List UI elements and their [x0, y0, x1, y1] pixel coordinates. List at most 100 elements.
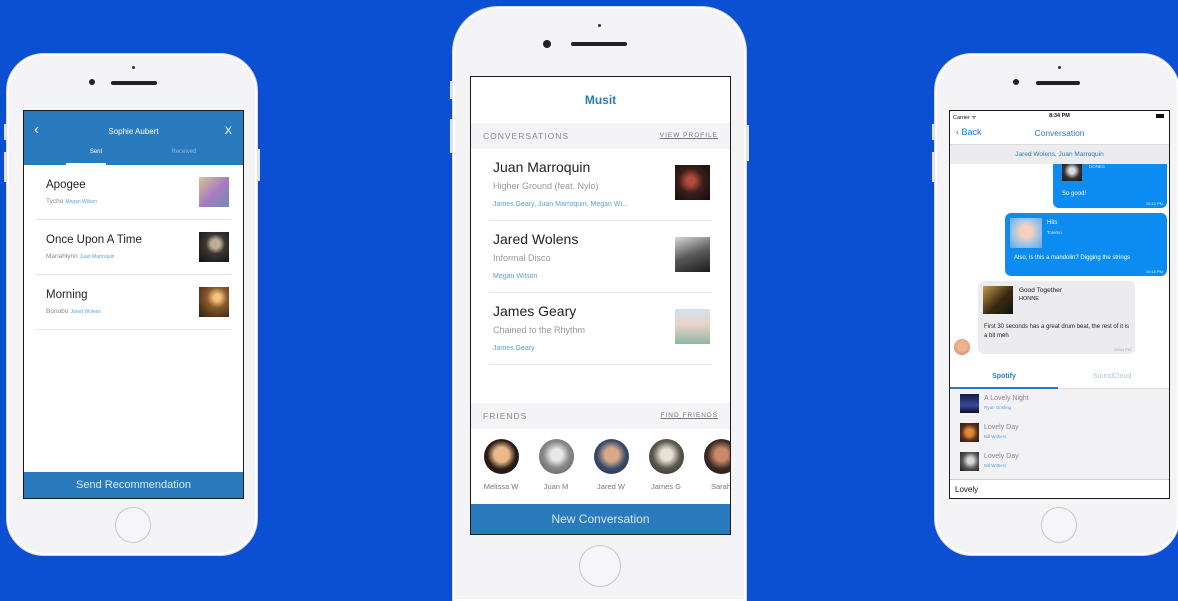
friends-list: Melissa W Juan M Jared W James G Sarah	[471, 429, 730, 503]
clock: 8:34 PM	[1049, 113, 1070, 119]
tab-soundcloud[interactable]: SoundCloud	[1058, 373, 1166, 380]
page-title: Conversation	[1034, 128, 1085, 138]
friend-name: Juan M	[543, 482, 569, 491]
status-bar: Carrier ᯤ 8:34 PM	[950, 111, 1169, 121]
conversation-song: Chained to the Rhythm	[493, 325, 586, 335]
song-title: Once Upon A Time	[46, 234, 142, 246]
artist: Tycho	[46, 198, 64, 205]
send-recommendation-button[interactable]: Send Recommendation	[24, 472, 243, 498]
album-art	[199, 232, 229, 262]
home-button[interactable]	[1041, 507, 1077, 543]
friend-jared[interactable]: Jared W	[586, 439, 636, 491]
camera-icon	[1013, 79, 1019, 85]
view-profile-link[interactable]: VIEW PROFILE	[660, 132, 718, 139]
conversation-song: Higher Ground (feat. Nylo)	[493, 181, 599, 191]
close-icon[interactable]: X	[225, 125, 232, 137]
new-conversation-button[interactable]: New Conversation	[471, 504, 730, 534]
right-phone: Carrier ᯤ 8:34 PM ‹ Back Conversation Ja…	[932, 53, 1178, 556]
album-art	[983, 286, 1013, 314]
middle-phone: Musit CONVERSATIONS VIEW PROFILE Juan Ma…	[450, 6, 749, 601]
list-item[interactable]: Once Upon A Time Mariahlynn Juan Marroqui…	[36, 220, 231, 275]
album-art	[1062, 164, 1082, 181]
friend-james[interactable]: James G	[641, 439, 691, 491]
album-art	[960, 452, 979, 471]
section-label: CONVERSATIONS	[483, 131, 570, 141]
artist: Ryan Gosling	[984, 405, 1012, 410]
song-title: A Lovely Night	[984, 395, 1029, 402]
right-screen: Carrier ᯤ 8:34 PM ‹ Back Conversation Ja…	[949, 110, 1170, 499]
source-tabs: Spotify SoundCloud	[950, 365, 1169, 389]
artist: Bonobo	[46, 308, 69, 315]
avatar	[703, 439, 730, 474]
list-item[interactable]: Apogee Tycho Megan Wilson	[36, 165, 231, 220]
search-input[interactable]: Lovely	[950, 479, 1169, 498]
timestamp: 10:54 PM	[1113, 347, 1131, 352]
song-title: Lovely Day	[984, 424, 1019, 431]
song-title: Apogee	[46, 179, 86, 191]
avatar	[648, 439, 684, 474]
battery-icon	[1156, 114, 1164, 118]
conversation-name: James Geary	[493, 303, 577, 319]
conversation-row[interactable]: James Geary Chained to the Rhythm James …	[489, 293, 712, 365]
friend-name: Melissa W	[483, 482, 519, 491]
album-art	[199, 287, 229, 317]
album-art	[960, 423, 979, 442]
participants-bar: Jared Wolens, Juan Marroquin	[950, 145, 1169, 164]
avatar	[593, 439, 629, 474]
list-item[interactable]: Lovely Day Bill Withers	[950, 418, 1169, 447]
album-art	[199, 177, 229, 207]
list-item[interactable]: Morning Bonobo Jared Wolens	[36, 275, 231, 330]
camera-icon	[89, 79, 95, 85]
list-item[interactable]: Lovely Day Bill Withers	[950, 447, 1169, 476]
song-artist: Totemo	[1047, 230, 1062, 235]
album-art	[1010, 218, 1042, 248]
friend-sarah[interactable]: Sarah	[696, 439, 730, 491]
page-title: Sophie Aubert	[108, 127, 159, 136]
friend-name: James G	[650, 482, 681, 491]
friends-header: FRIENDS FIND FRIENDS	[471, 403, 730, 429]
app-title: Musit	[584, 93, 617, 107]
message-bubble: DONES So good! 10:12 PM	[1053, 164, 1167, 208]
conversation-name: Jared Wolens	[493, 231, 579, 247]
search-results: A Lovely Night Ryan Gosling Lovely Day B…	[950, 389, 1169, 479]
speaker	[1036, 81, 1080, 85]
album-art	[675, 309, 710, 344]
tab-spotify[interactable]: Spotify	[950, 373, 1058, 380]
friend-melissa[interactable]: Melissa W	[476, 439, 526, 491]
conversation-participants: James Geary, Juan Marroquin, Megan Wi...	[493, 201, 628, 208]
song-artist: HONNE	[1019, 296, 1039, 302]
conversations-header: CONVERSATIONS VIEW PROFILE	[471, 123, 730, 149]
tab-received[interactable]: Received	[154, 149, 214, 155]
home-button[interactable]	[115, 507, 151, 543]
artist: Bill Withers	[984, 434, 1007, 439]
find-friends-link[interactable]: FIND FRIENDS	[661, 412, 719, 419]
friend-juan[interactable]: Juan M	[531, 439, 581, 491]
section-label: FRIENDS	[483, 411, 528, 421]
sender: Jared Wolens	[70, 309, 101, 315]
message-bubble: Good Together HONNE First 30 seconds has…	[978, 281, 1135, 354]
song-artist: DONES	[1089, 164, 1106, 169]
album-art	[675, 237, 710, 272]
left-phone: ‹ Sophie Aubert X Sent Received Apogee T…	[4, 53, 260, 556]
avatar	[538, 439, 574, 474]
home-button[interactable]	[579, 545, 621, 587]
sender: Juan Marroquin	[79, 254, 115, 260]
message-text: Also, is this a mandolin? Digging the st…	[1014, 255, 1131, 261]
list-item[interactable]: A Lovely Night Ryan Gosling	[950, 389, 1169, 418]
conversation-row[interactable]: Jared Wolens Informal Disco Megan Wilson	[489, 221, 712, 293]
timestamp: 10:15 PM	[1145, 269, 1163, 274]
conversation-participants: Megan Wilson	[493, 273, 538, 280]
avatar	[954, 339, 970, 355]
album-art	[675, 165, 710, 200]
friend-name: Jared W	[597, 482, 625, 491]
avatar	[483, 439, 519, 474]
speaker	[111, 81, 157, 85]
message-bubble: Hits Totemo Also, is this a mandolin? Di…	[1005, 213, 1167, 276]
conversation-song: Informal Disco	[493, 253, 551, 263]
tab-sent[interactable]: Sent	[66, 149, 126, 155]
sender: Megan Wilson	[65, 199, 98, 205]
song-title: Lovely Day	[984, 453, 1019, 460]
conversation-row[interactable]: Juan Marroquin Higher Ground (feat. Nylo…	[489, 149, 712, 221]
friend-name: Sarah	[710, 482, 730, 491]
conversation-participants: James Geary	[493, 345, 535, 352]
